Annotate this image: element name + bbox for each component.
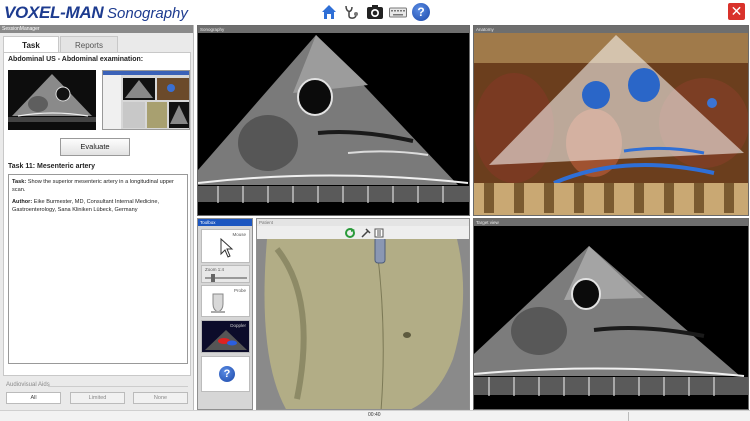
exam-title: Abdominal US - Abdominal examination:	[8, 56, 144, 63]
tab-reports[interactable]: Reports	[60, 36, 118, 53]
patient-3d-view[interactable]: Patient	[256, 218, 470, 410]
target-ultrasound-image	[474, 246, 748, 396]
probe-icon	[211, 293, 225, 313]
exam-thumbnail-screenshot[interactable]	[102, 70, 190, 130]
mouse-tool[interactable]: Mouse	[201, 229, 250, 263]
task-text: Show the superior mesenteric artery in a…	[12, 179, 174, 193]
divider	[628, 412, 629, 421]
session-timer: 00:40	[368, 412, 381, 418]
cursor-icon	[220, 238, 234, 258]
toolbox-title: Toolbox	[198, 219, 252, 226]
top-bar: VOXEL-MAN Sonography ? ✕	[0, 0, 750, 24]
session-tabs: Task Reports	[3, 36, 191, 53]
zoom-label: Zoom 1:4	[205, 267, 225, 272]
layers-icon[interactable]	[374, 228, 384, 238]
zoom-slider[interactable]: Zoom 1:4	[201, 265, 250, 283]
help-tool: ?	[201, 356, 250, 392]
anatomy-image	[474, 33, 748, 215]
aids-all-button[interactable]: All	[6, 392, 61, 404]
probe-tool[interactable]: Probe	[201, 285, 250, 317]
reset-view-icon[interactable]	[345, 228, 355, 238]
help-icon[interactable]: ?	[412, 3, 430, 21]
session-panel-title: SessionManager	[0, 25, 193, 33]
anatomy-title: Anatomy	[474, 26, 748, 33]
task-heading: Task 11: Mesenteric artery	[8, 163, 96, 170]
author-label: Author:	[12, 199, 33, 205]
target-viewport[interactable]: Target view	[473, 218, 749, 410]
evaluate-button[interactable]: Evaluate	[60, 138, 130, 156]
divider	[48, 386, 188, 387]
aids-limited-button[interactable]: Limited	[70, 392, 125, 404]
session-panel: SessionManager Task Reports Abdominal US…	[0, 25, 194, 410]
home-icon[interactable]	[320, 3, 338, 21]
aids-none-button[interactable]: None	[133, 392, 188, 404]
patient-torso-image	[257, 239, 469, 409]
sonography-viewport[interactable]: Sonography	[197, 25, 470, 216]
patient-view-title: Patient	[257, 219, 469, 226]
probe-label: Probe	[233, 288, 246, 293]
sonography-title: Sonography	[198, 26, 469, 33]
product-name: Sonography	[107, 5, 188, 22]
stethoscope-icon[interactable]	[343, 3, 361, 21]
doppler-icon	[205, 330, 247, 350]
doppler-label: Doppler	[230, 323, 246, 328]
exam-thumbnail-ultrasound[interactable]	[8, 70, 96, 130]
toolbox-help-icon[interactable]: ?	[219, 366, 235, 382]
close-button[interactable]: ✕	[728, 3, 745, 20]
mouse-label: Mouse	[232, 232, 246, 237]
keyboard-icon[interactable]	[389, 3, 407, 21]
anatomy-viewport[interactable]: Anatomy	[473, 25, 749, 216]
task-label: Task:	[12, 179, 27, 185]
doppler-tool[interactable]: Doppler	[201, 320, 250, 353]
author-text: Eike Burmester, MD, Consultant Internal …	[12, 199, 160, 213]
camera-icon[interactable]	[366, 3, 384, 21]
status-bar: 00:40	[0, 410, 750, 421]
target-view-title: Target view	[474, 219, 748, 226]
toolbox-panel: Toolbox Mouse Zoom 1:4 Probe Doppler ?	[197, 218, 253, 410]
tab-task[interactable]: Task	[3, 36, 59, 53]
task-area: Abdominal US - Abdominal examination: Ev…	[3, 52, 191, 376]
task-description: Task: Show the superior mesenteric arter…	[8, 174, 188, 364]
patient-view-toolbar	[257, 226, 469, 239]
ultrasound-image	[198, 35, 469, 203]
brand-logo: VOXEL-MAN	[4, 3, 104, 22]
audiovisual-aids-label: Audiovisual Aids	[6, 382, 50, 388]
probe-tool-icon[interactable]	[361, 228, 371, 238]
